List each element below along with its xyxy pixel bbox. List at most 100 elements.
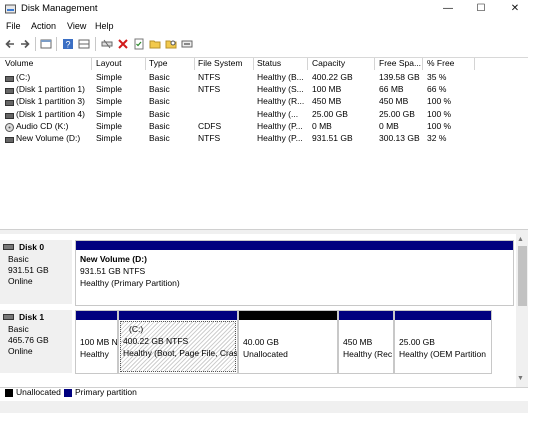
toolbar-separator: [35, 37, 36, 51]
cell-pct: 35 %: [427, 72, 447, 82]
close-button[interactable]: ✕: [503, 1, 527, 17]
status-bar: [0, 401, 528, 413]
column-header-free-space[interactable]: Free Spa...: [379, 58, 421, 70]
legend-unallocated-label: Unallocated: [16, 387, 61, 397]
column-header-percent-free[interactable]: % Free: [427, 58, 454, 70]
panel-icon[interactable]: [78, 38, 90, 50]
disk-type: Basic: [8, 324, 29, 334]
drive-icon: [5, 98, 14, 108]
cell-volume[interactable]: (Disk 1 partition 3): [16, 96, 90, 106]
partition-status: Unallocated: [243, 349, 288, 359]
cell-type: Basic: [149, 72, 170, 82]
cell-volume[interactable]: (Disk 1 partition 1): [16, 84, 90, 94]
column-divider[interactable]: [194, 58, 195, 70]
column-header-volume[interactable]: Volume: [5, 58, 33, 70]
column-divider[interactable]: [253, 58, 254, 70]
unallocated-bar: [239, 311, 337, 320]
partition-size: 931.51 GB NTFS: [80, 266, 146, 276]
checklist-icon[interactable]: [133, 38, 145, 50]
column-divider[interactable]: [91, 58, 92, 70]
unallocated-swatch: [5, 389, 13, 397]
partition-disk1-4[interactable]: 25.00 GB Healthy (OEM Partition: [394, 310, 492, 374]
drive-icon: [5, 135, 14, 145]
cell-capacity: 400.22 GB: [312, 72, 353, 82]
drive-icon[interactable]: [181, 38, 193, 50]
column-divider[interactable]: [474, 58, 475, 70]
cell-status: Healthy (B...: [257, 72, 304, 82]
connect-icon[interactable]: [101, 38, 113, 50]
cell-volume[interactable]: Audio CD (K:): [16, 121, 90, 131]
partition-disk1-1[interactable]: 100 MB N Healthy: [75, 310, 118, 374]
disk-state: Online: [8, 276, 33, 286]
cd-icon: [5, 122, 14, 134]
disk-state: Online: [8, 346, 33, 356]
cell-status: Healthy (S...: [257, 84, 304, 95]
legend-primary-label: Primary partition: [75, 387, 137, 397]
partition-size: 25.00 GB: [399, 337, 435, 347]
cell-free: 139.58 GB: [379, 72, 420, 82]
menu-action[interactable]: Action: [31, 21, 56, 31]
menu-view[interactable]: View: [67, 21, 86, 31]
cell-volume[interactable]: (C:): [16, 72, 90, 82]
partition-status: Healthy (Primary Partition): [80, 278, 180, 288]
folder-icon[interactable]: [149, 38, 161, 50]
scrollbar-thumb[interactable]: [518, 246, 527, 306]
partition-status: Healthy (OEM Partition: [399, 349, 486, 359]
column-header-layout[interactable]: Layout: [96, 58, 122, 70]
menu-file[interactable]: File: [6, 21, 21, 31]
scroll-down-icon[interactable]: ▼: [517, 375, 524, 382]
column-divider[interactable]: [374, 58, 375, 70]
column-divider[interactable]: [422, 58, 423, 70]
primary-partition-bar: [119, 311, 237, 320]
column-divider[interactable]: [145, 58, 146, 70]
partition-disk1-3[interactable]: 450 MB Healthy (Rec: [338, 310, 394, 374]
partition-status: Healthy (Boot, Page File, Cras: [123, 348, 238, 358]
cell-layout: Simple: [96, 96, 122, 107]
properties-icon[interactable]: [40, 38, 52, 50]
maximize-button[interactable]: ☐: [469, 1, 493, 17]
delete-icon[interactable]: [117, 38, 129, 50]
cell-layout: Simple: [96, 72, 122, 82]
cell-layout: Simple: [96, 120, 122, 131]
disk-icon: [3, 244, 14, 250]
cell-free: 450 MB: [379, 96, 409, 107]
minimize-button[interactable]: —: [436, 1, 460, 17]
cell-fs: NTFS: [198, 84, 221, 95]
forward-arrow-icon[interactable]: [19, 38, 31, 50]
disk-0-label[interactable]: Disk 0 Basic 931.51 GB Online: [0, 240, 72, 304]
cell-volume[interactable]: New Volume (D:): [16, 133, 90, 143]
cell-layout: Simple: [96, 133, 122, 143]
column-header-file-system[interactable]: File System: [198, 58, 242, 70]
cell-capacity: 0 MB: [312, 120, 332, 131]
primary-partition-bar: [339, 311, 393, 320]
menu-help[interactable]: Help: [95, 21, 114, 31]
cell-fs: NTFS: [198, 72, 221, 82]
disk-management-icon: [5, 4, 16, 14]
partition-c[interactable]: (C:) 400.22 GB NTFS Healthy (Boot, Page …: [118, 310, 238, 374]
column-header-type[interactable]: Type: [149, 58, 167, 70]
disk-type: Basic: [8, 254, 29, 264]
scroll-up-icon[interactable]: ▲: [517, 236, 524, 243]
partition-new-volume-d[interactable]: New Volume (D:) 931.51 GB NTFS Healthy (…: [75, 240, 514, 306]
column-divider[interactable]: [307, 58, 308, 70]
cell-type: Basic: [149, 133, 170, 143]
column-header-status[interactable]: Status: [257, 58, 281, 70]
disk-1-label[interactable]: Disk 1 Basic 465.76 GB Online: [0, 310, 72, 373]
cell-type: Basic: [149, 108, 170, 119]
help-icon[interactable]: ?: [62, 38, 74, 50]
cell-layout: Simple: [96, 108, 122, 119]
column-header-capacity[interactable]: Capacity: [312, 58, 345, 70]
partition-size: 100 MB N: [80, 337, 118, 347]
cell-capacity: 25.00 GB: [312, 108, 348, 119]
toolbar-separator: [56, 37, 57, 51]
primary-partition-bar: [76, 311, 117, 320]
back-arrow-icon[interactable]: [4, 38, 16, 50]
partition-unallocated[interactable]: 40.00 GB Unallocated: [238, 310, 338, 374]
cell-layout: Simple: [96, 84, 122, 95]
primary-partition-bar: [395, 311, 491, 320]
folder-search-icon[interactable]: [165, 38, 177, 50]
disk-icon: [3, 314, 14, 320]
cell-fs: NTFS: [198, 133, 221, 143]
disk-name: Disk 1: [19, 312, 45, 322]
cell-volume[interactable]: (Disk 1 partition 4): [16, 109, 90, 119]
